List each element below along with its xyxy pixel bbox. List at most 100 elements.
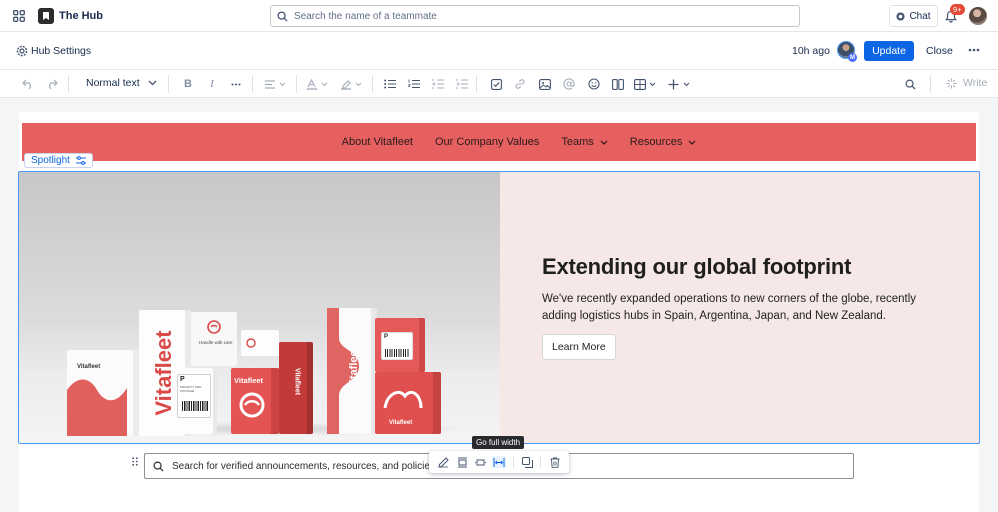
ai-write-label: Write (963, 77, 988, 89)
chevron-down-icon (688, 140, 696, 145)
package-red-center: Vitafleet (231, 368, 279, 434)
align-icon[interactable] (264, 77, 288, 91)
toolbar-separator (252, 75, 253, 93)
chevron-down-icon (148, 80, 157, 86)
layout-columns-icon[interactable] (610, 77, 626, 91)
redo-icon[interactable] (44, 77, 60, 91)
nav-item-resources[interactable]: Resources (630, 136, 697, 148)
spotlight-label[interactable]: Spotlight (24, 153, 93, 168)
go-full-width-tooltip: Go full width (472, 436, 525, 449)
app-title[interactable]: The Hub (59, 10, 103, 22)
image-icon[interactable] (537, 77, 553, 91)
package-dark-red-brand: Vitafleet (293, 367, 301, 396)
package-red-brand: Vitafleet (234, 376, 264, 385)
app-switcher-icon[interactable] (12, 9, 26, 23)
toolbar-separator (930, 75, 931, 93)
chat-button[interactable]: Chat (889, 5, 938, 27)
more-formatting-icon[interactable] (228, 77, 244, 91)
drag-handle-icon[interactable] (132, 455, 140, 466)
find-replace-icon[interactable] (902, 77, 918, 91)
nav-item-teams-label: Teams (561, 136, 594, 148)
search-icon (153, 461, 164, 472)
shipping-label-right-p: P (384, 334, 389, 340)
text-style-dropdown[interactable]: Normal text (86, 77, 157, 89)
hub-settings-link[interactable]: Hub Settings (31, 45, 91, 57)
numbered-list-icon[interactable] (406, 77, 422, 91)
update-button[interactable]: Update (864, 41, 914, 61)
spotlight-block[interactable]: Vitafleet Vitafleet Handle with care P P… (18, 171, 980, 444)
copy-icon[interactable] (521, 456, 533, 468)
ai-write-button[interactable]: Write (946, 77, 987, 89)
nav-item-values[interactable]: Our Company Values (435, 136, 539, 148)
package-handle-text: Handle with care (199, 340, 233, 345)
toolbar-separator (68, 75, 69, 93)
package-handle-with-care: Handle with care (191, 312, 237, 366)
sparkle-icon (946, 78, 957, 89)
package-dark-red-tall: Vitafleet (279, 342, 313, 434)
last-edited: 10h ago (792, 45, 830, 57)
table-icon[interactable] (633, 77, 659, 91)
toolbar-separator (476, 75, 477, 93)
spotlight-body: We've recently expanded operations to ne… (542, 293, 917, 322)
task-checkbox-icon[interactable] (488, 77, 504, 91)
barcode (182, 401, 208, 411)
emoji-icon[interactable] (586, 77, 602, 91)
floatbar-separator (513, 456, 514, 468)
chat-icon (896, 11, 905, 21)
toolbar-separator (168, 75, 169, 93)
sliders-icon (75, 156, 86, 165)
package-right-brand-vertical: Vitafleet (348, 346, 360, 390)
text-color-icon[interactable] (306, 77, 330, 91)
align-center-layout-icon[interactable] (456, 456, 468, 468)
chevron-down-icon (600, 140, 608, 145)
outdent-icon[interactable] (430, 77, 446, 91)
edit-pencil-icon[interactable] (437, 456, 449, 468)
indent-icon[interactable] (454, 77, 470, 91)
package-white-tall-right: Vitafleet (327, 308, 377, 434)
learn-more-button[interactable]: Learn More (542, 334, 616, 360)
toolbar-separator (296, 75, 297, 93)
italic-icon[interactable]: I (204, 77, 220, 91)
block-floating-toolbar (429, 451, 569, 473)
bullet-list-icon[interactable] (382, 77, 398, 91)
chat-label: Chat (909, 10, 931, 22)
bold-icon[interactable]: B (180, 77, 196, 91)
package-bottom-brand: Vitafleet (389, 420, 413, 426)
hero-image: Vitafleet Vitafleet Handle with care P P… (19, 172, 500, 443)
full-width-icon[interactable] (492, 456, 506, 468)
insert-plus-icon[interactable] (667, 77, 693, 91)
shipping-label-priority: PRIORITY MAIL POSTAGE (180, 385, 202, 393)
more-options-icon[interactable] (967, 45, 981, 55)
gear-icon[interactable] (15, 44, 28, 57)
nav-item-about[interactable]: About Vitafleet (342, 136, 413, 148)
teammate-search[interactable]: Search the name of a teammate (270, 5, 800, 27)
spotlight-title: Extending our global footprint (542, 254, 852, 279)
mention-icon[interactable] (561, 77, 577, 91)
package-small-white (241, 330, 279, 356)
highlight-icon[interactable] (340, 77, 364, 91)
search-icon (277, 10, 288, 22)
package-white-large: Vitafleet (67, 350, 139, 436)
user-avatar[interactable] (969, 7, 987, 25)
hub-navigation-bar: About Vitafleet Our Company Values Teams… (22, 123, 976, 161)
shipping-label-right: P (381, 332, 413, 360)
barcode-right (385, 349, 409, 357)
package-brand-text: Vitafleet (77, 364, 101, 370)
nav-item-teams[interactable]: Teams (561, 136, 608, 148)
text-style-label: Normal text (86, 77, 140, 89)
close-button[interactable]: Close (926, 45, 953, 57)
wide-layout-icon[interactable] (474, 456, 486, 468)
link-icon[interactable] (512, 77, 528, 91)
collaborator-badge: M (848, 53, 857, 62)
shipping-label: P PRIORITY MAIL POSTAGE (177, 374, 211, 418)
trash-icon[interactable] (549, 456, 561, 468)
hub-logo[interactable] (38, 8, 54, 24)
toolbar-separator (372, 75, 373, 93)
nav-item-resources-label: Resources (629, 136, 683, 148)
announcement-search-placeholder: Search for verified announcements, resou… (172, 460, 435, 472)
notification-badge: 9+ (950, 4, 965, 15)
undo-icon[interactable] (20, 77, 36, 91)
floatbar-separator (540, 456, 541, 468)
package-with-label: P PRIORITY MAIL POSTAGE (171, 368, 217, 434)
teammate-search-placeholder: Search the name of a teammate (294, 10, 437, 22)
